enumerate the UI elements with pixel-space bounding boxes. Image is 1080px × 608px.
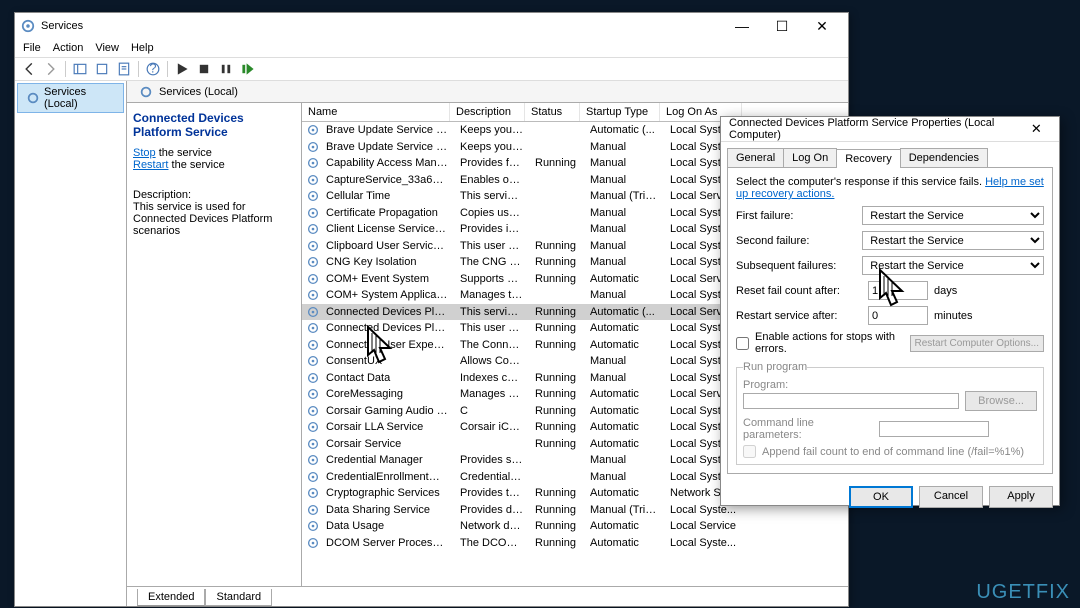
subseq-failure-label: Subsequent failures: xyxy=(736,260,856,272)
col-startup[interactable]: Startup Type xyxy=(580,103,660,121)
menubar: File Action View Help xyxy=(15,39,848,57)
properties-button[interactable] xyxy=(114,59,134,79)
subseq-failure-select[interactable]: Restart the Service xyxy=(862,256,1044,275)
dialog-tabs: General Log On Recovery Dependencies xyxy=(721,142,1059,167)
titlebar[interactable]: Services — ☐ ✕ xyxy=(15,13,848,39)
stop-button[interactable] xyxy=(194,59,214,79)
tab-general[interactable]: General xyxy=(727,148,784,167)
tree-item-services-local[interactable]: Services (Local) xyxy=(17,83,124,113)
dialog-buttons: OK Cancel Apply xyxy=(721,480,1059,514)
menu-view[interactable]: View xyxy=(95,42,119,54)
menu-help[interactable]: Help xyxy=(131,42,154,54)
apply-button[interactable]: Apply xyxy=(989,486,1053,508)
col-status[interactable]: Status xyxy=(525,103,580,121)
restart-button[interactable] xyxy=(238,59,258,79)
col-name[interactable]: Name xyxy=(302,103,450,121)
dialog-title: Connected Devices Platform Service Prope… xyxy=(729,117,1022,141)
back-button[interactable] xyxy=(19,59,39,79)
help-button[interactable]: ? xyxy=(143,59,163,79)
restart-after-label: Restart service after: xyxy=(736,310,862,322)
dialog-titlebar[interactable]: Connected Devices Platform Service Prope… xyxy=(721,117,1059,142)
services-icon xyxy=(21,19,35,33)
pane-header: Services (Local) xyxy=(127,81,848,103)
cmdline-input xyxy=(879,421,989,437)
browse-button: Browse... xyxy=(965,391,1037,411)
view-tabs: Extended Standard xyxy=(127,586,848,606)
forward-button[interactable] xyxy=(41,59,61,79)
stop-link[interactable]: Stop xyxy=(133,147,156,159)
reset-count-input[interactable] xyxy=(868,281,928,300)
selected-service-name: Connected Devices Platform Service xyxy=(133,111,295,139)
reset-count-label: Reset fail count after: xyxy=(736,285,862,297)
description-text: This service is used for Connected Devic… xyxy=(133,201,295,237)
table-row[interactable]: DCOM Server Process Laun...The DCOML...R… xyxy=(302,535,848,552)
enable-actions-label: Enable actions for stops with errors. xyxy=(755,331,904,355)
run-program-group: Run program Program: Browse... Command l… xyxy=(736,361,1044,465)
second-failure-label: Second failure: xyxy=(736,235,856,247)
properties-dialog: Connected Devices Platform Service Prope… xyxy=(720,116,1060,506)
detail-pane: Connected Devices Platform Service Stop … xyxy=(127,103,302,586)
export-button[interactable] xyxy=(92,59,112,79)
dialog-close-button[interactable]: ✕ xyxy=(1022,121,1051,137)
pause-button[interactable] xyxy=(216,59,236,79)
description-label: Description: xyxy=(133,189,295,201)
svg-text:?: ? xyxy=(149,62,156,76)
col-description[interactable]: Description xyxy=(450,103,525,121)
toolbar: ? xyxy=(15,57,848,81)
restart-link[interactable]: Restart xyxy=(133,159,168,171)
tab-standard[interactable]: Standard xyxy=(205,589,272,606)
ok-button[interactable]: OK xyxy=(849,486,913,508)
window-title: Services xyxy=(41,20,83,32)
tab-extended[interactable]: Extended xyxy=(137,589,205,606)
restart-after-input[interactable] xyxy=(868,306,928,325)
program-input xyxy=(743,393,959,409)
first-failure-select[interactable]: Restart the Service xyxy=(862,206,1044,225)
start-button[interactable] xyxy=(172,59,192,79)
tab-dependencies[interactable]: Dependencies xyxy=(900,148,988,167)
second-failure-select[interactable]: Restart the Service xyxy=(862,231,1044,250)
close-button[interactable]: ✕ xyxy=(802,15,842,37)
hint-text: Select the computer's response if this s… xyxy=(736,176,982,188)
table-row[interactable]: Data UsageNetwork da...RunningAutomaticL… xyxy=(302,518,848,535)
show-hide-pane-button[interactable] xyxy=(70,59,90,79)
gear-icon xyxy=(139,85,153,99)
enable-actions-checkbox[interactable] xyxy=(736,337,749,350)
maximize-button[interactable]: ☐ xyxy=(762,15,802,37)
menu-file[interactable]: File xyxy=(23,42,41,54)
menu-action[interactable]: Action xyxy=(53,42,84,54)
tree-pane: Services (Local) xyxy=(15,81,127,606)
watermark-logo: UGETFIX xyxy=(976,581,1070,604)
first-failure-label: First failure: xyxy=(736,210,856,222)
restart-computer-options-button[interactable]: Restart Computer Options... xyxy=(910,335,1045,352)
tab-logon[interactable]: Log On xyxy=(783,148,837,167)
minimize-button[interactable]: — xyxy=(722,15,762,37)
cancel-button[interactable]: Cancel xyxy=(919,486,983,508)
append-fail-checkbox xyxy=(743,445,756,458)
tab-recovery[interactable]: Recovery xyxy=(836,149,900,168)
gear-icon xyxy=(26,91,40,105)
